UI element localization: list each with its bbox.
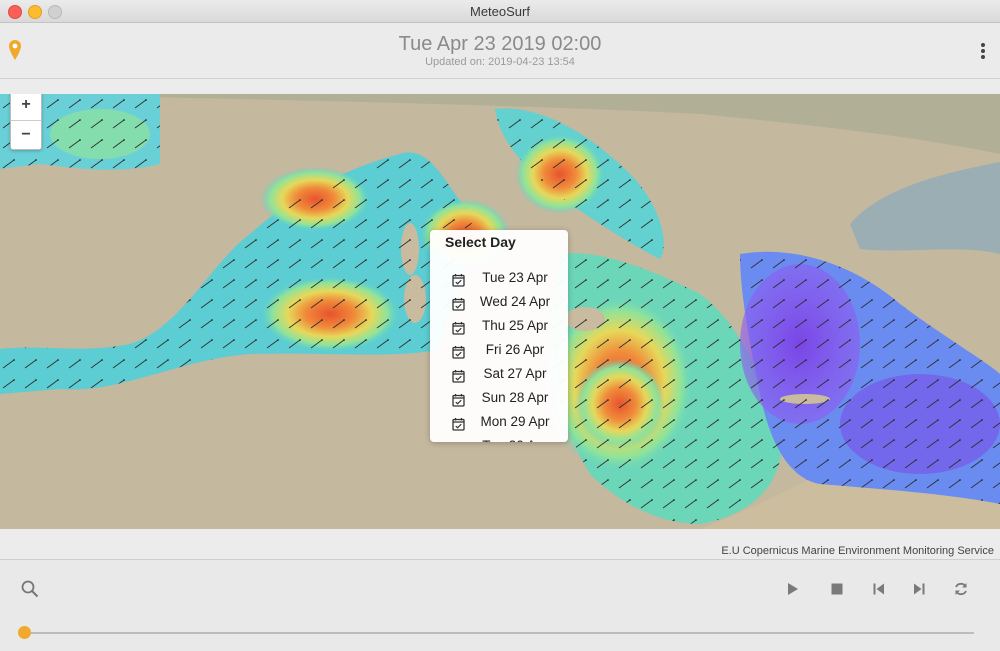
app-header: Tue Apr 23 2019 02:00 Updated on: 2019-0… (0, 23, 1000, 79)
day-item[interactable]: Fri 26 Apr (430, 338, 568, 362)
timeline-track[interactable] (24, 632, 974, 634)
day-item[interactable]: Sat 27 Apr (430, 362, 568, 386)
refresh-icon[interactable] (953, 581, 969, 602)
day-label: Thu 25 Apr (481, 318, 549, 333)
timeline-thumb[interactable] (17, 626, 31, 639)
day-item[interactable]: Tue 30 Apr (430, 434, 568, 442)
window-title: MeteoSurf (470, 4, 530, 19)
zoom-control: + − (10, 94, 42, 150)
calendar-check-icon (452, 439, 465, 442)
day-item[interactable]: Thu 25 Apr (430, 314, 568, 338)
map-attribution: E.U Copernicus Marine Environment Monito… (721, 545, 994, 557)
day-item[interactable]: Mon 29 Apr (430, 410, 568, 434)
day-list: Tue 23 Apr Wed 24 Apr Thu 25 Apr Fri 26 … (430, 266, 568, 442)
day-label: Wed 24 Apr (479, 294, 551, 309)
skip-next-icon[interactable] (912, 581, 926, 602)
updated-timestamp: Updated on: 2019-04-23 13:54 (425, 56, 575, 68)
day-label: Mon 29 Apr (480, 414, 550, 429)
day-label: Tue 23 Apr (482, 270, 548, 285)
zoom-in-button[interactable]: + (11, 94, 41, 121)
day-label: Tue 30 Apr (476, 434, 554, 442)
forecast-datetime: Tue Apr 23 2019 02:00 (398, 33, 602, 55)
title-bar: MeteoSurf (0, 0, 1000, 23)
stop-icon[interactable] (830, 581, 844, 602)
more-vertical-icon[interactable] (974, 41, 992, 63)
popup-title: Select Day (445, 234, 516, 250)
play-icon[interactable] (786, 581, 800, 602)
zoom-out-button[interactable]: − (11, 121, 41, 150)
day-label: Sun 28 Apr (481, 390, 549, 405)
day-item[interactable]: Wed 24 Apr (430, 290, 568, 314)
day-label: Fri 26 Apr (485, 342, 545, 357)
skip-previous-icon[interactable] (872, 581, 886, 602)
search-icon[interactable] (20, 579, 40, 604)
day-label: Sat 27 Apr (483, 366, 547, 381)
day-item[interactable]: Sun 28 Apr (430, 386, 568, 410)
day-item[interactable]: Tue 23 Apr (430, 266, 568, 290)
select-day-popup: Select Day Tue 23 Apr Wed 24 Apr Thu 25 … (430, 230, 568, 442)
player-bar (0, 560, 1000, 651)
